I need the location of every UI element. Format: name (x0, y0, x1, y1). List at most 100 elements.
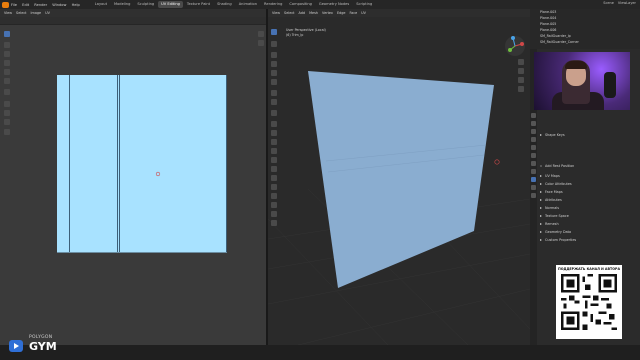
3d-viewport[interactable]: View Select Add Mesh Vertex Edge Face UV… (268, 9, 530, 345)
menu-help[interactable]: Help (72, 3, 80, 7)
view-layer-selector[interactable]: ViewLayer (618, 1, 636, 5)
qr-code[interactable] (561, 274, 617, 330)
move-tool-icon[interactable] (271, 52, 277, 58)
vp-menu-uv[interactable]: UV (361, 11, 366, 15)
panel-normals[interactable]: Normals (540, 205, 638, 212)
inset-tool-icon[interactable] (271, 130, 277, 136)
outliner-row[interactable]: SM_RailGuarder_Corner (530, 39, 640, 45)
edge-slide-tool-icon[interactable] (271, 193, 277, 199)
extrude-tool-icon[interactable] (271, 121, 277, 127)
vp-menu-face[interactable]: Face (349, 11, 357, 15)
world-tab-icon[interactable] (531, 153, 536, 158)
uv-menu-image[interactable]: Image (31, 11, 42, 15)
grab-tool-icon[interactable] (4, 101, 10, 107)
mesh-plane[interactable] (308, 71, 494, 288)
pinch-tool-icon[interactable] (4, 119, 10, 125)
texture-tab-icon[interactable] (531, 193, 536, 198)
vp-menu-edge[interactable]: Edge (337, 11, 346, 15)
panel-shape-keys[interactable]: Shape Keys (540, 132, 638, 139)
tab-uv-editing[interactable]: UV Editing (158, 1, 183, 8)
zoom-icon[interactable] (258, 31, 264, 37)
panel-color-attributes[interactable]: Color Attributes (540, 181, 638, 188)
cursor-tool-icon[interactable] (271, 41, 277, 47)
shrink-fatten-tool-icon[interactable] (271, 202, 277, 208)
vp-menu-mesh[interactable]: Mesh (309, 11, 318, 15)
object-tab-icon[interactable] (531, 161, 536, 166)
panel-face-maps[interactable]: Face Maps (540, 189, 638, 196)
perspective-toggle-icon[interactable] (518, 86, 524, 92)
annotate-tool-icon[interactable] (4, 89, 10, 95)
3d-cursor-icon[interactable] (494, 159, 500, 165)
spin-tool-icon[interactable] (271, 175, 277, 181)
transform-tool-icon[interactable] (4, 78, 10, 84)
rip-tool-icon[interactable] (4, 129, 10, 135)
shear-tool-icon[interactable] (271, 211, 277, 217)
panel-custom-properties[interactable]: Custom Properties (540, 237, 638, 244)
tab-scripting[interactable]: Scripting (353, 1, 375, 8)
rotate-tool-icon[interactable] (271, 61, 277, 67)
add-cube-tool-icon[interactable] (271, 110, 277, 116)
output-tab-icon[interactable] (531, 129, 536, 134)
vp-menu-add[interactable]: Add (299, 11, 306, 15)
poly-build-tool-icon[interactable] (271, 166, 277, 172)
relax-tool-icon[interactable] (4, 110, 10, 116)
tab-rendering[interactable]: Rendering (261, 1, 285, 8)
vp-menu-vertex[interactable]: Vertex (322, 11, 333, 15)
material-tab-icon[interactable] (531, 185, 536, 190)
tab-sculpting[interactable]: Sculpting (134, 1, 157, 8)
cursor-tool-icon[interactable] (4, 42, 10, 48)
tab-compositing[interactable]: Compositing (286, 1, 315, 8)
render-tab-icon[interactable] (531, 121, 536, 126)
tool-tab-icon[interactable] (531, 113, 536, 118)
move-tool-icon[interactable] (4, 51, 10, 57)
select-box-tool-icon[interactable] (271, 29, 277, 35)
scene-selector[interactable]: Scene (603, 1, 614, 5)
zoom-icon[interactable] (518, 59, 524, 65)
add-rest-position-checkbox[interactable]: Add Rest Position (540, 163, 638, 170)
vp-menu-view[interactable]: View (272, 11, 280, 15)
menu-window[interactable]: Window (52, 3, 66, 7)
uv-menu-uv[interactable]: UV (45, 11, 50, 15)
vp-menu-select[interactable]: Select (284, 11, 294, 15)
panel-remesh[interactable]: Remesh (540, 221, 638, 228)
scene-tab-icon[interactable] (531, 145, 536, 150)
tab-shading[interactable]: Shading (214, 1, 235, 8)
bevel-tool-icon[interactable] (271, 139, 277, 145)
rotate-tool-icon[interactable] (4, 60, 10, 66)
loop-cut-tool-icon[interactable] (271, 148, 277, 154)
panel-texture-space[interactable]: Texture Space (540, 213, 638, 220)
tab-modeling[interactable]: Modeling (111, 1, 133, 8)
knife-tool-icon[interactable] (271, 157, 277, 163)
scale-tool-icon[interactable] (4, 69, 10, 75)
panel-attributes[interactable]: Attributes (540, 197, 638, 204)
view-layer-tab-icon[interactable] (531, 137, 536, 142)
navigation-gizmo-icon[interactable] (504, 35, 526, 57)
scale-tool-icon[interactable] (271, 70, 277, 76)
support-qr-card[interactable]: ПОДДЕРЖАТЬ КАНАЛ И АВТОРА (556, 265, 622, 339)
rip-region-tool-icon[interactable] (271, 220, 277, 226)
measure-tool-icon[interactable] (271, 99, 277, 105)
tab-texture-paint[interactable]: Texture Paint (184, 1, 213, 8)
modifier-tab-icon[interactable] (531, 169, 536, 174)
camera-view-icon[interactable] (518, 77, 524, 83)
menu-render[interactable]: Render (34, 3, 47, 7)
data-tab-icon[interactable] (531, 177, 536, 182)
panel-geometry-data[interactable]: Geometry Data (540, 229, 638, 236)
select-tool-icon[interactable] (4, 31, 10, 37)
menu-file[interactable]: File (11, 3, 17, 7)
uv-menu-view[interactable]: View (4, 11, 12, 15)
tab-animation[interactable]: Animation (236, 1, 260, 8)
tab-geometry-nodes[interactable]: Geometry Nodes (316, 1, 352, 8)
pan-hand-icon[interactable] (518, 68, 524, 74)
2d-cursor-icon[interactable] (155, 171, 161, 177)
panel-uv-maps[interactable]: UV Maps (540, 173, 638, 180)
uv-menu-select[interactable]: Select (16, 11, 26, 15)
annotate-tool-icon[interactable] (271, 90, 277, 96)
smooth-tool-icon[interactable] (271, 184, 277, 190)
menu-edit[interactable]: Edit (22, 3, 29, 7)
uv-editor[interactable]: View Select Image UV (0, 9, 266, 345)
pan-hand-icon[interactable] (258, 40, 264, 46)
transform-tool-icon[interactable] (271, 79, 277, 85)
tab-layout[interactable]: Layout (92, 1, 110, 8)
blender-logo-icon[interactable] (2, 1, 9, 8)
